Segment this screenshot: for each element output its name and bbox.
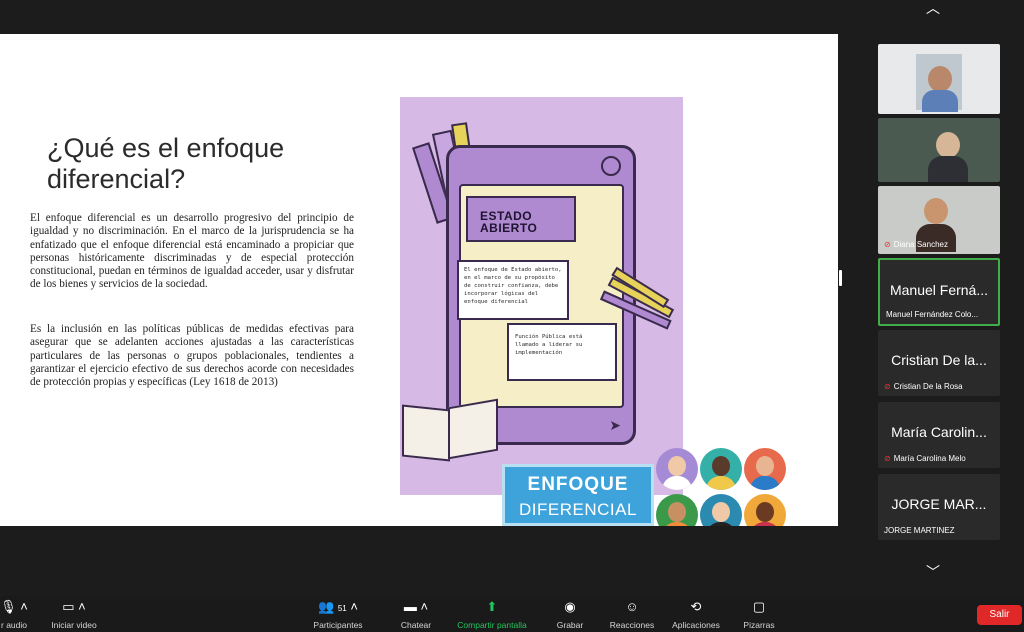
gallery-down-chevron-icon[interactable]: ﹀ <box>926 562 940 582</box>
participant-caption: ⊘ María Carolina Melo <box>884 454 966 463</box>
whiteboard-icon: ▢ <box>752 599 766 614</box>
estado-abierto-bubble: ESTADO ABIERTO <box>466 196 576 242</box>
participant-tile-cristian[interactable]: Cristian De la... ⊘ Cristian De la Rosa <box>878 330 1000 396</box>
participant-caption: Manuel Fernández Colo... <box>886 310 979 319</box>
diverse-people-illustration <box>656 448 786 526</box>
funcion-publica-bubble: Función Pública está llamado a liderar s… <box>507 323 617 381</box>
slide-paragraph-1: El enfoque diferencial es un desarrollo … <box>30 212 354 291</box>
participant-tile-1[interactable] <box>878 44 1000 114</box>
participant-caption: ⊘ Cristian De la Rosa <box>884 382 963 391</box>
participant-tile-jorge[interactable]: JORGE MAR... JORGE MARTINEZ <box>878 474 1000 540</box>
whiteboards-button[interactable]: ▢ Pizarras <box>719 598 799 630</box>
participants-button[interactable]: 👥 51 ˄ Participantes <box>298 598 378 630</box>
participant-name: Cristian De la... <box>891 352 987 368</box>
meeting-toolbar: 🎙 ˄ r audio ▭ ˄ Iniciar video 👥 51 ˄ Par… <box>0 596 1024 632</box>
participant-tile-diana[interactable]: ⊘ Diana Sanchez <box>878 186 1000 254</box>
banner-line-2: DIFERENCIAL <box>519 500 637 519</box>
mic-off-icon: ⊘ <box>884 454 891 463</box>
share-screen-icon: ⬆ <box>486 599 498 614</box>
slide-title: ¿Qué es el enfoque diferencial? <box>47 133 285 194</box>
illustration-panel: ➤ ESTADO ABIERTO El enfoque de Estado ab… <box>400 97 683 495</box>
participant-caption: JORGE MARTINEZ <box>884 526 955 535</box>
participant-tile-manuel[interactable]: Manuel Ferná... Manuel Fernández Colo... <box>878 258 1000 326</box>
participant-name: JORGE MAR... <box>891 496 987 512</box>
participant-caption: ⊘ Diana Sanchez <box>884 240 948 249</box>
mic-off-icon: ⊘ <box>884 382 891 391</box>
chat-icon: ▬ ˄ <box>403 599 429 614</box>
chat-button[interactable]: ▬ ˄ Chatear <box>376 598 456 630</box>
video-off-icon: ▭ ˄ <box>62 599 86 614</box>
start-video-button[interactable]: ▭ ˄ Iniciar video <box>34 598 114 630</box>
enfoque-diferencial-banner: ENFOQUE DIFERENCIAL <box>502 464 654 526</box>
enfoque-bubble: El enfoque de Estado abierto, en el marc… <box>457 260 569 320</box>
profile-icon <box>601 156 621 176</box>
mic-off-icon: ⊘ <box>884 240 891 249</box>
zoom-meeting-window: ¿Qué es el enfoque diferencial? El enfoq… <box>0 0 1024 632</box>
leave-button[interactable]: Salir <box>977 605 1022 625</box>
send-icon: ➤ <box>609 417 621 433</box>
participants-icon: 👥 51 ˄ <box>318 599 358 614</box>
gallery-up-chevron-icon[interactable]: ︿ <box>926 0 940 18</box>
banner-line-1: ENFOQUE <box>527 474 629 495</box>
participant-name: María Carolin... <box>891 424 987 440</box>
pencils-illustration <box>599 262 688 330</box>
slide-paragraph-2: Es la inclusión en las políticas pública… <box>30 323 354 389</box>
participant-tile-2[interactable] <box>878 118 1000 182</box>
share-screen-button[interactable]: ⬆ Compartir pantalla <box>452 598 532 630</box>
shared-screen-slide: ¿Qué es el enfoque diferencial? El enfoq… <box>0 34 838 526</box>
open-book-illustration <box>400 393 500 467</box>
participant-name: Manuel Ferná... <box>889 282 989 298</box>
participant-tile-maria[interactable]: María Carolin... ⊘ María Carolina Melo <box>878 402 1000 468</box>
panel-resize-handle[interactable] <box>839 270 842 286</box>
